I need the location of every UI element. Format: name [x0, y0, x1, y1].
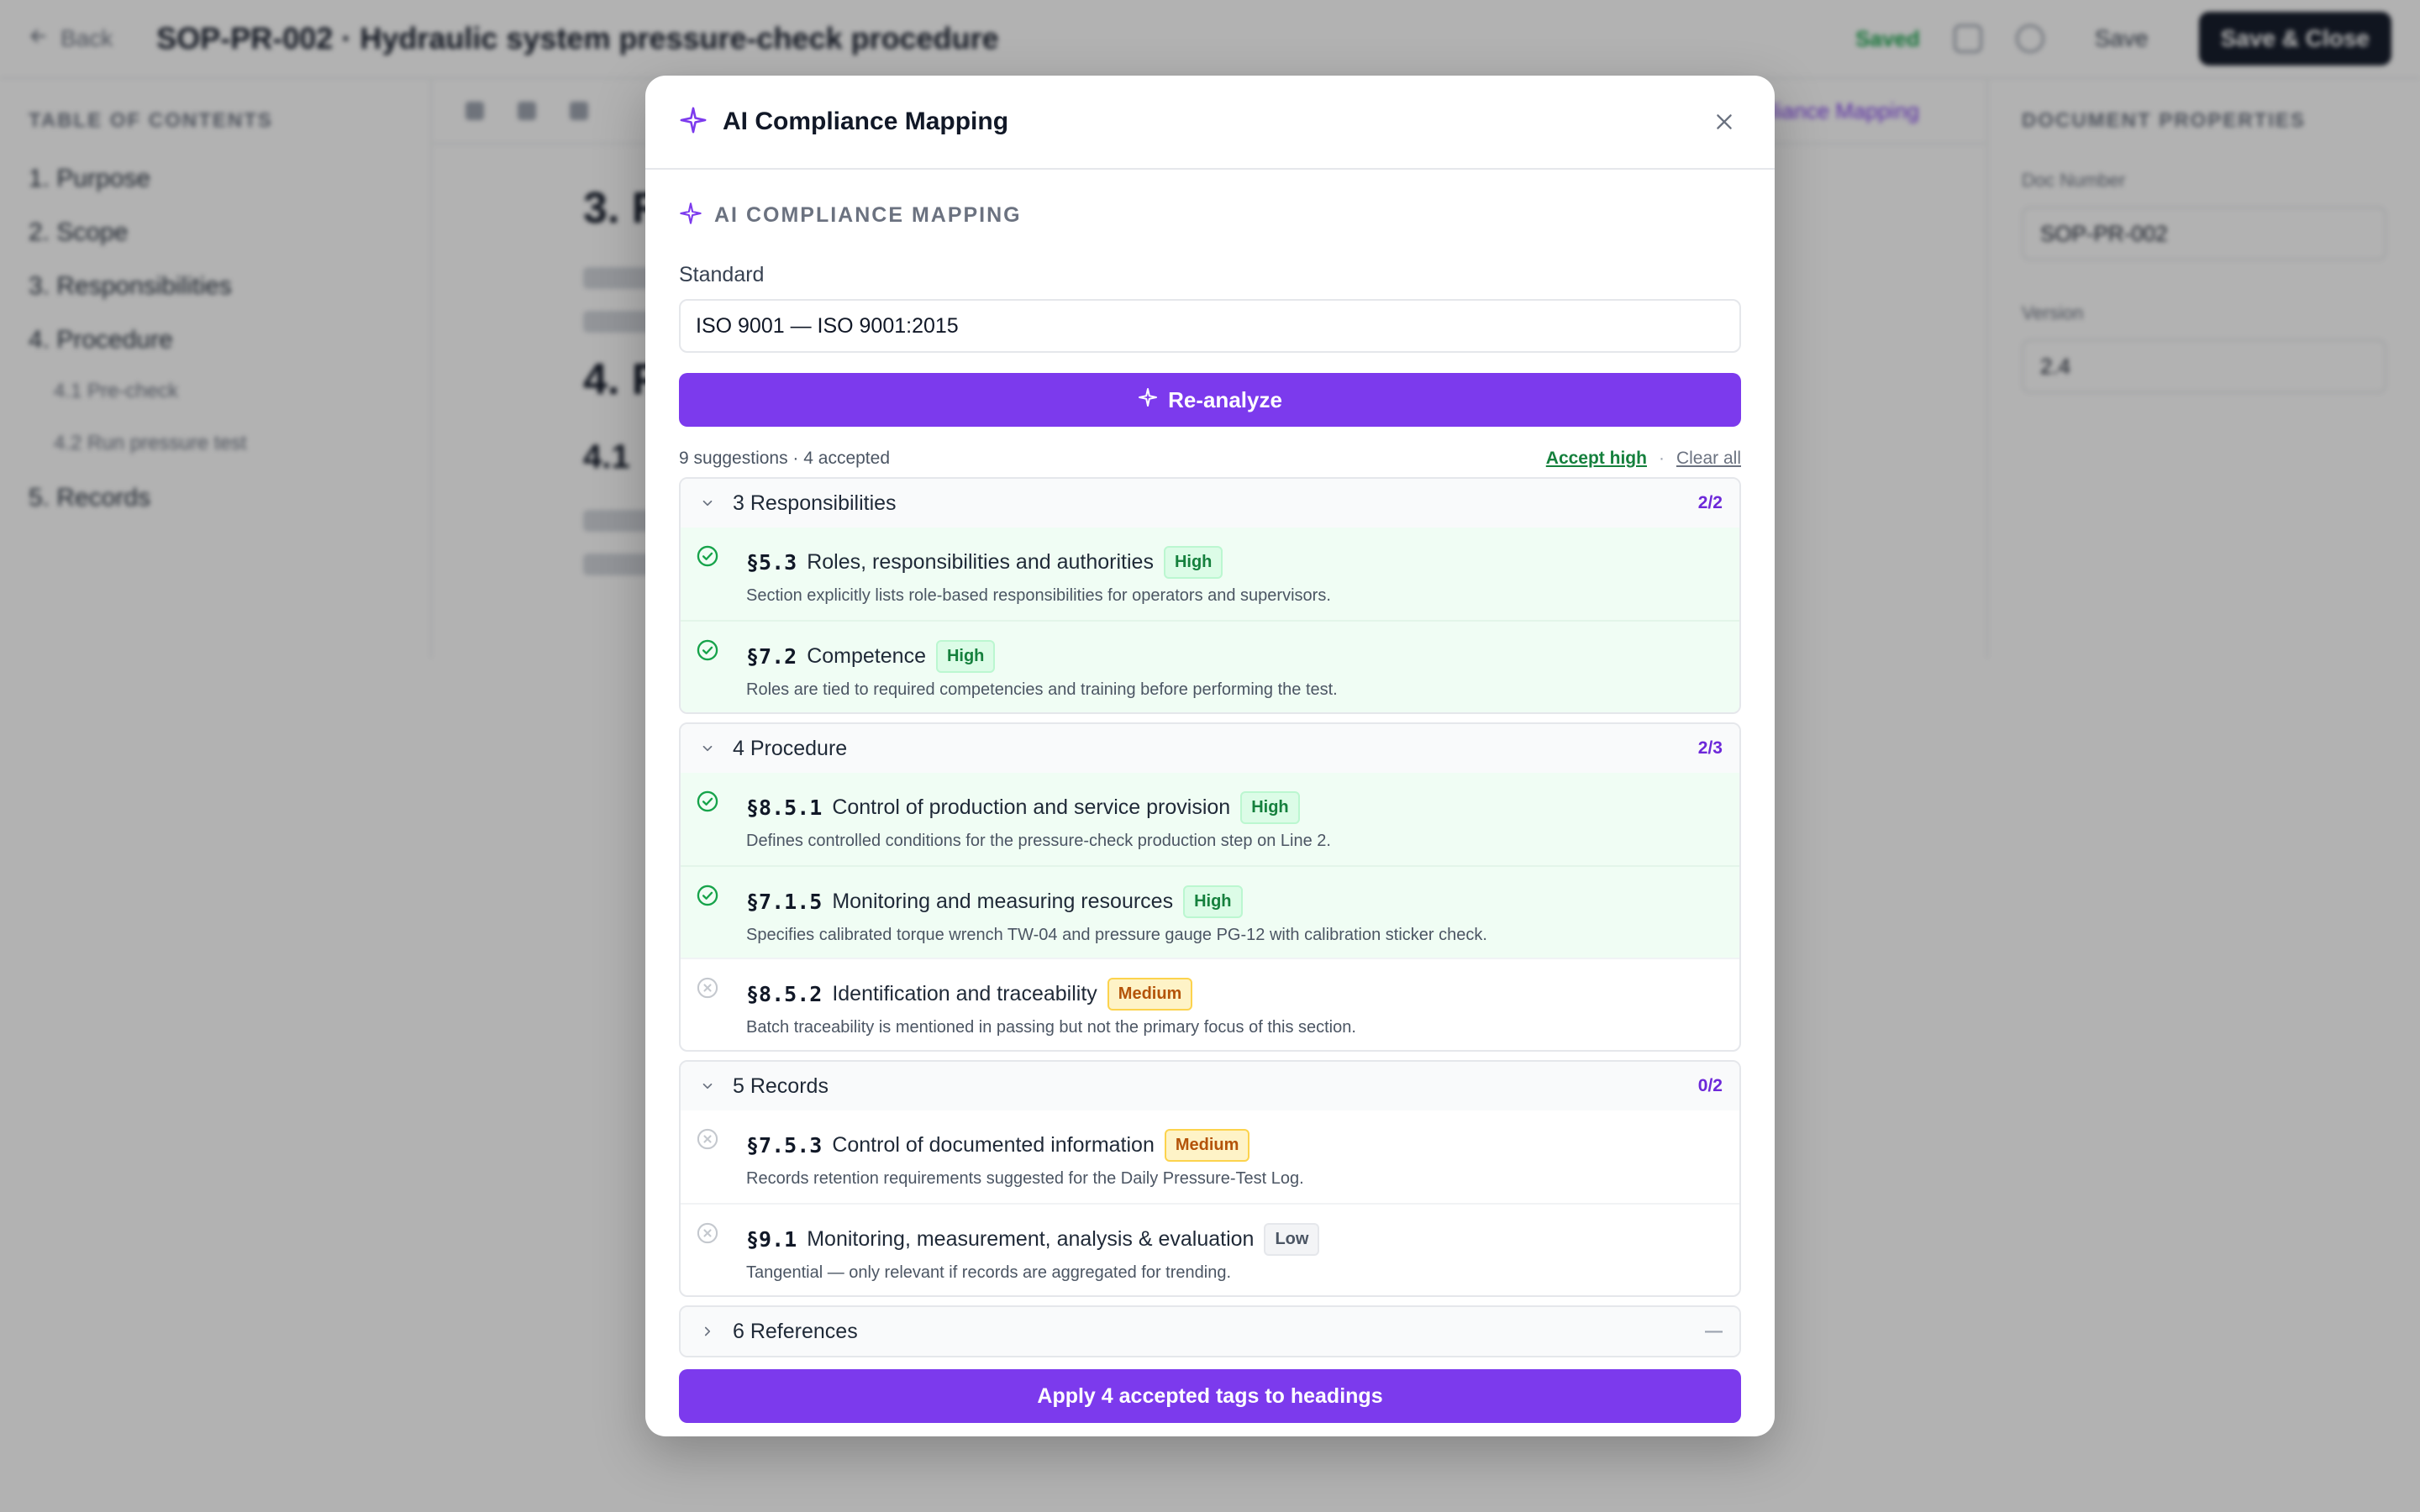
clause-number: §7.2 [746, 643, 797, 669]
confidence-badge: Medium [1164, 1128, 1250, 1162]
suggestions-summary: 9 suggestions · 4 accepted [679, 449, 890, 468]
suggestion-row[interactable]: §7.2 Competence High Roles are tied to r… [681, 620, 1739, 712]
group-title: 4 Procedure [733, 736, 848, 760]
clause-title: Monitoring and measuring resources [832, 889, 1174, 913]
group-references: 6 References — [679, 1305, 1741, 1357]
reanalyze-button[interactable]: Re-analyze [679, 373, 1741, 427]
group-records: 5 Records 0/2 §7.5.3 Control of document… [679, 1060, 1741, 1297]
group-header[interactable]: 4 Procedure 2/3 [681, 724, 1739, 773]
suggestion-description: Tangential — only relevant if records ar… [746, 1263, 1232, 1282]
suggestion-description: Records retention requirements suggested… [746, 1169, 1304, 1188]
suggestion-description: Batch traceability is mentioned in passi… [746, 1018, 1356, 1037]
modal-title: AI Compliance Mapping [723, 108, 1009, 135]
clause-number: §9.1 [746, 1226, 797, 1252]
group-count: — [1705, 1321, 1723, 1341]
group-responsibilities: 3 Responsibilities 2/2 §5.3 Roles, respo… [679, 477, 1741, 714]
accept-high-link[interactable]: Accept high [1546, 449, 1647, 469]
group-count: 0/2 [1697, 1076, 1723, 1095]
clause-title: Roles, responsibilities and authorities [807, 549, 1154, 574]
x-circle-icon[interactable] [696, 976, 719, 1000]
check-circle-icon[interactable] [696, 544, 719, 568]
confidence-badge: High [1163, 545, 1223, 579]
confidence-badge: High [1240, 790, 1300, 824]
chevron-down-icon [697, 1076, 718, 1096]
x-circle-icon[interactable] [696, 1221, 719, 1245]
clause-number: §7.5.3 [746, 1132, 823, 1158]
group-title: 5 Records [733, 1074, 829, 1098]
separator: · [1658, 449, 1665, 468]
chevron-down-icon [697, 738, 718, 759]
suggestion-row[interactable]: §8.5.1 Control of production and service… [681, 773, 1739, 865]
clause-title: Control of documented information [832, 1132, 1155, 1157]
suggestion-row[interactable]: §9.1 Monitoring, measurement, analysis &… [681, 1203, 1739, 1295]
group-count: 2/2 [1697, 493, 1723, 512]
clause-number: §5.3 [746, 549, 797, 575]
standard-select[interactable]: ISO 9001 — ISO 9001:2015 [679, 299, 1741, 353]
standard-label: Standard [679, 263, 765, 286]
suggestion-description: Roles are tied to required competencies … [746, 680, 1338, 699]
confidence-badge: Low [1264, 1222, 1320, 1256]
check-circle-icon[interactable] [696, 884, 719, 907]
check-circle-icon[interactable] [696, 790, 719, 813]
group-title: 3 Responsibilities [733, 491, 897, 515]
suggestion-row[interactable]: §7.1.5 Monitoring and measuring resource… [681, 865, 1739, 958]
suggestion-row[interactable]: §5.3 Roles, responsibilities and authori… [681, 528, 1739, 620]
compliance-mapping-modal: AI Compliance Mapping AI COMPLIANCE MAPP… [645, 76, 1775, 1436]
suggestion-description: Defines controlled conditions for the pr… [746, 832, 1331, 850]
group-header[interactable]: 6 References — [681, 1307, 1739, 1356]
suggestion-description: Section explicitly lists role-based resp… [746, 586, 1331, 605]
group-header[interactable]: 5 Records 0/2 [681, 1062, 1739, 1110]
suggestion-row[interactable]: §8.5.2 Identification and traceability M… [681, 958, 1739, 1050]
check-circle-icon[interactable] [696, 638, 719, 662]
confidence-badge: Medium [1107, 977, 1193, 1011]
confidence-badge: High [935, 639, 996, 673]
modal-header: AI Compliance Mapping [645, 76, 1775, 170]
reanalyze-label: Re-analyze [1168, 386, 1282, 412]
apply-tags-button[interactable]: Apply 4 accepted tags to headings [679, 1369, 1741, 1423]
clear-all-link[interactable]: Clear all [1676, 449, 1741, 469]
clause-number: §8.5.2 [746, 981, 823, 1006]
group-header[interactable]: 3 Responsibilities 2/2 [681, 479, 1739, 528]
clause-number: §7.1.5 [746, 889, 823, 914]
chevron-down-icon [697, 493, 718, 513]
group-count: 2/3 [1697, 738, 1723, 758]
group-title: 6 References [733, 1319, 858, 1343]
clause-number: §8.5.1 [746, 795, 823, 820]
sparkle-icon [679, 202, 702, 229]
clause-title: Monitoring, measurement, analysis & eval… [807, 1226, 1255, 1251]
close-icon[interactable] [1707, 105, 1741, 139]
chevron-right-icon [697, 1321, 718, 1341]
x-circle-icon[interactable] [696, 1127, 719, 1151]
sparkle-icon [1138, 387, 1158, 413]
suggestion-row[interactable]: §7.5.3 Control of documented information… [681, 1110, 1739, 1203]
group-procedure: 4 Procedure 2/3 §8.5.1 Control of produc… [679, 722, 1741, 1052]
clause-title: Identification and traceability [832, 981, 1097, 1005]
clause-title: Control of production and service provis… [832, 795, 1231, 819]
section-label: AI COMPLIANCE MAPPING [714, 203, 1022, 227]
suggestion-description: Specifies calibrated torque wrench TW-04… [746, 926, 1487, 944]
sparkle-icon [679, 106, 708, 139]
clause-title: Competence [807, 643, 926, 668]
confidence-badge: High [1183, 885, 1243, 918]
